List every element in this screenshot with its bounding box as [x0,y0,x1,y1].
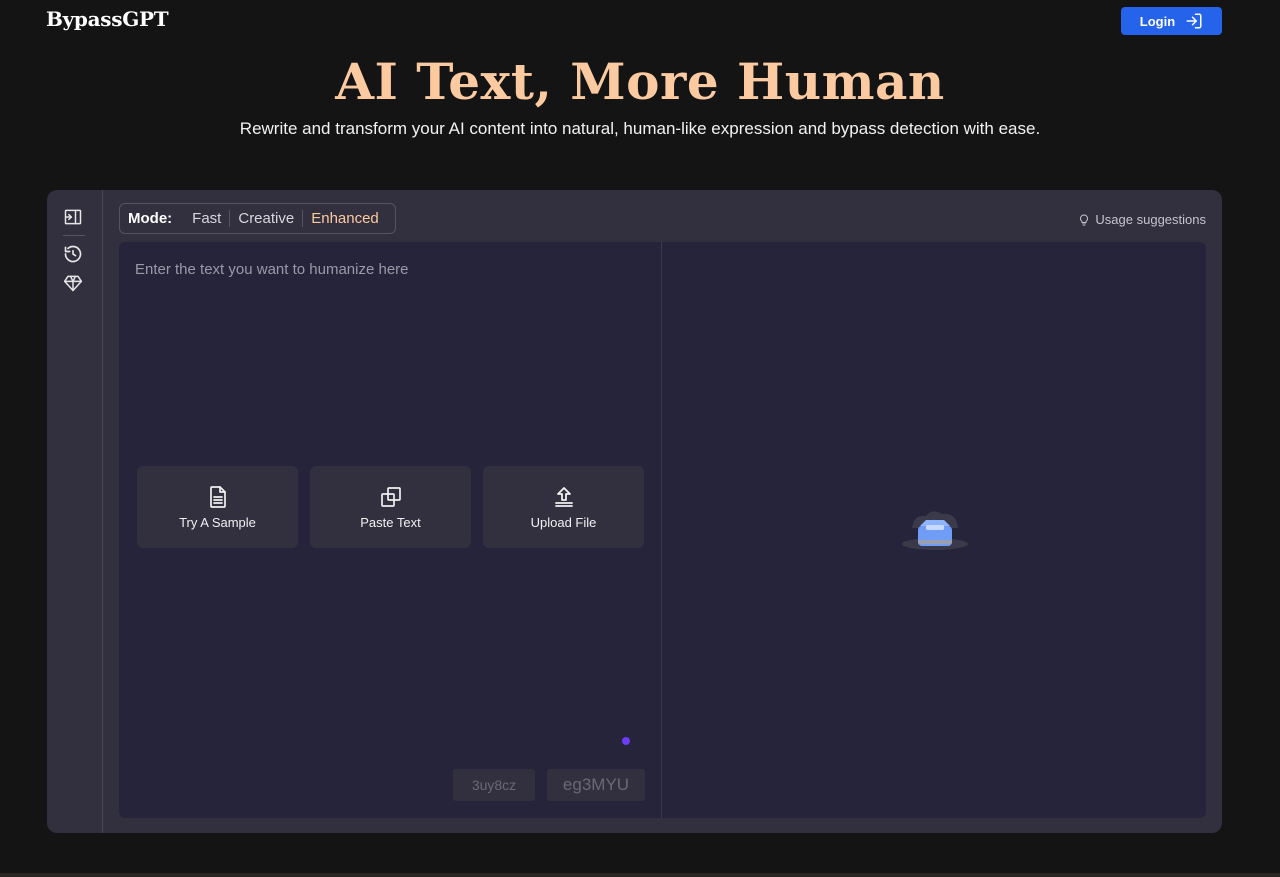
document-icon [209,485,226,508]
collapse-panel-icon[interactable] [63,207,83,227]
mode-fast[interactable]: Fast [184,210,229,227]
humanizer-panel: Mode: Fast Creative Enhanced Usage sugge… [47,190,1222,833]
brand-logo[interactable]: BypassGPT [46,7,169,31]
mode-selector: Mode: Fast Creative Enhanced [119,203,396,234]
try-sample-button[interactable]: Try A Sample [137,466,298,548]
bottom-border [0,873,1280,877]
mode-creative[interactable]: Creative [229,210,302,227]
usage-suggestions-link[interactable]: Usage suggestions [1078,212,1206,227]
login-button[interactable]: Login [1121,7,1222,35]
try-sample-label: Try A Sample [179,514,256,530]
code-chip-2: eg3MYU [547,769,645,801]
status-dot [622,737,630,745]
usage-suggestions-label: Usage suggestions [1095,212,1206,227]
page: BypassGPT Login AI Text, More Human Rewr… [0,0,1280,877]
rail-divider [63,235,85,236]
mode-enhanced[interactable]: Enhanced [302,210,387,227]
mode-label: Mode: [128,210,173,227]
lightbulb-icon [1080,214,1089,225]
input-pane: Try A Sample Paste Text Upload File 3uy8… [119,242,662,818]
history-icon[interactable] [63,244,83,264]
output-pane [662,242,1206,818]
hero-subtitle: Rewrite and transform your AI content in… [239,119,1041,138]
hero-title: AI Text, More Human [335,52,945,111]
code-chip-1: 3uy8cz [453,769,535,801]
upload-file-button[interactable]: Upload File [483,466,644,548]
login-label: Login [1139,13,1176,29]
upload-file-label: Upload File [530,514,597,530]
diamond-icon[interactable] [63,273,83,293]
empty-inbox-icon [902,511,968,550]
paste-text-button[interactable]: Paste Text [310,466,471,548]
editor-area: Try A Sample Paste Text Upload File 3uy8… [119,242,1206,818]
copy-icon [380,486,401,507]
login-icon [1186,13,1202,29]
side-rail [47,190,103,833]
upload-icon [554,486,573,507]
paste-text-label: Paste Text [360,514,421,530]
